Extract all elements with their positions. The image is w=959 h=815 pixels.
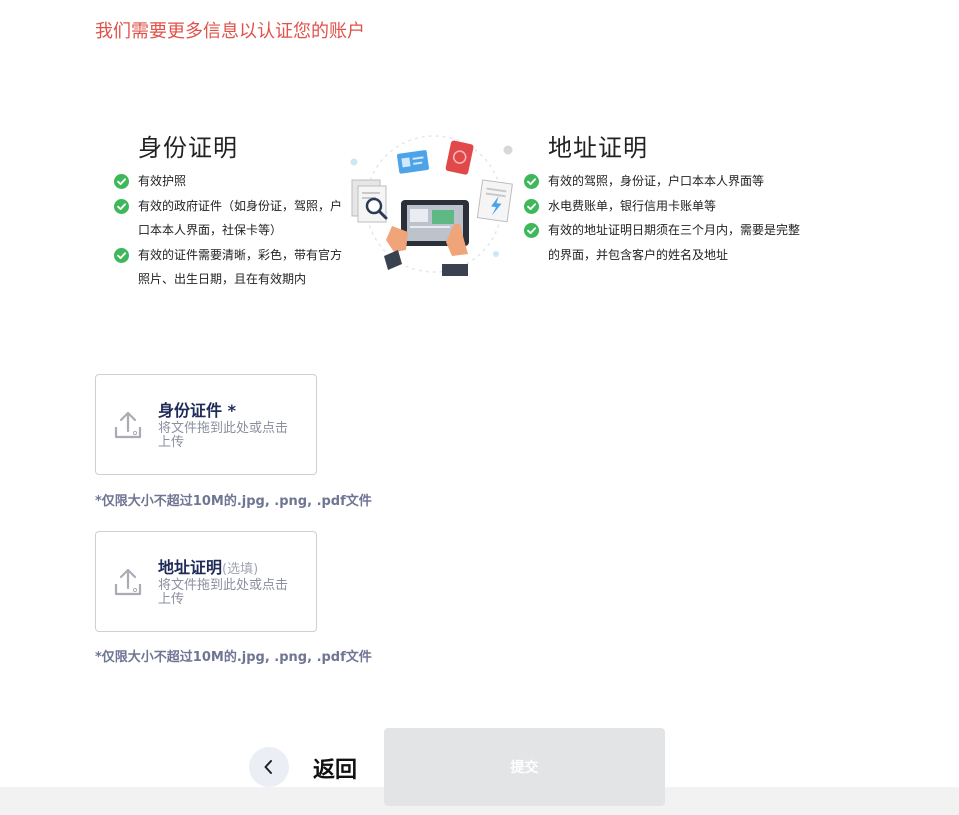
check-circle-icon	[524, 223, 539, 238]
back-button[interactable]	[249, 747, 289, 787]
upload-title: 地址证明(选填)	[158, 558, 259, 577]
submit-button[interactable]: 提交	[384, 728, 665, 806]
check-circle-icon	[114, 198, 129, 214]
address-proof-list: 有效的驾照，身份证，户口本本人界面等 水电费账单，银行信用卡账单等 有效的地址证…	[524, 169, 806, 267]
file-size-note: *仅限大小不超过10M的.jpg, .png, .pdf文件	[95, 494, 372, 509]
file-size-note: *仅限大小不超过10M的.jpg, .png, .pdf文件	[95, 650, 372, 665]
back-link[interactable]: 返回	[313, 752, 357, 784]
upload-hint: 将文件拖到此处或点击上传	[158, 578, 289, 607]
verification-page: 我们需要更多信息以认证您的账户 身份证明 有效护照 有效的政府证件（如身份证，驾…	[0, 0, 959, 815]
identity-proof-title: 身份证明	[138, 134, 238, 162]
check-circle-icon	[524, 174, 539, 189]
identity-proof-item: 有效的政府证件（如身份证，驾照，户口本本人界面，社保卡等）	[114, 194, 350, 243]
address-proof-upload[interactable]: 地址证明(选填) 将文件拖到此处或点击上传	[95, 531, 317, 632]
chevron-left-icon	[264, 760, 272, 774]
check-circle-icon	[524, 198, 539, 214]
upload-icon	[114, 411, 142, 439]
verification-illustration	[350, 135, 513, 276]
check-circle-icon	[114, 174, 129, 189]
page-headline: 我们需要更多信息以认证您的账户	[95, 21, 365, 42]
upload-hint: 将文件拖到此处或点击上传	[158, 421, 289, 450]
address-proof-title: 地址证明	[548, 134, 648, 162]
upload-icon	[114, 568, 142, 596]
identity-proof-list: 有效护照 有效的政府证件（如身份证，驾照，户口本本人界面，社保卡等） 有效的证件…	[114, 169, 350, 292]
identity-proof-item: 有效护照	[114, 169, 350, 194]
address-proof-item: 有效的地址证明日期须在三个月内，需要是完整的界面，并包含客户的姓名及地址	[524, 218, 806, 267]
identity-proof-item: 有效的证件需要清晰，彩色，带有官方照片、出生日期，且在有效期内	[114, 243, 350, 292]
address-proof-item: 水电费账单，银行信用卡账单等	[524, 194, 806, 219]
check-circle-icon	[114, 247, 129, 263]
identity-document-upload[interactable]: 身份证件 * 将文件拖到此处或点击上传	[95, 374, 317, 475]
upload-title: 身份证件 *	[158, 401, 236, 420]
address-proof-item: 有效的驾照，身份证，户口本本人界面等	[524, 169, 806, 194]
